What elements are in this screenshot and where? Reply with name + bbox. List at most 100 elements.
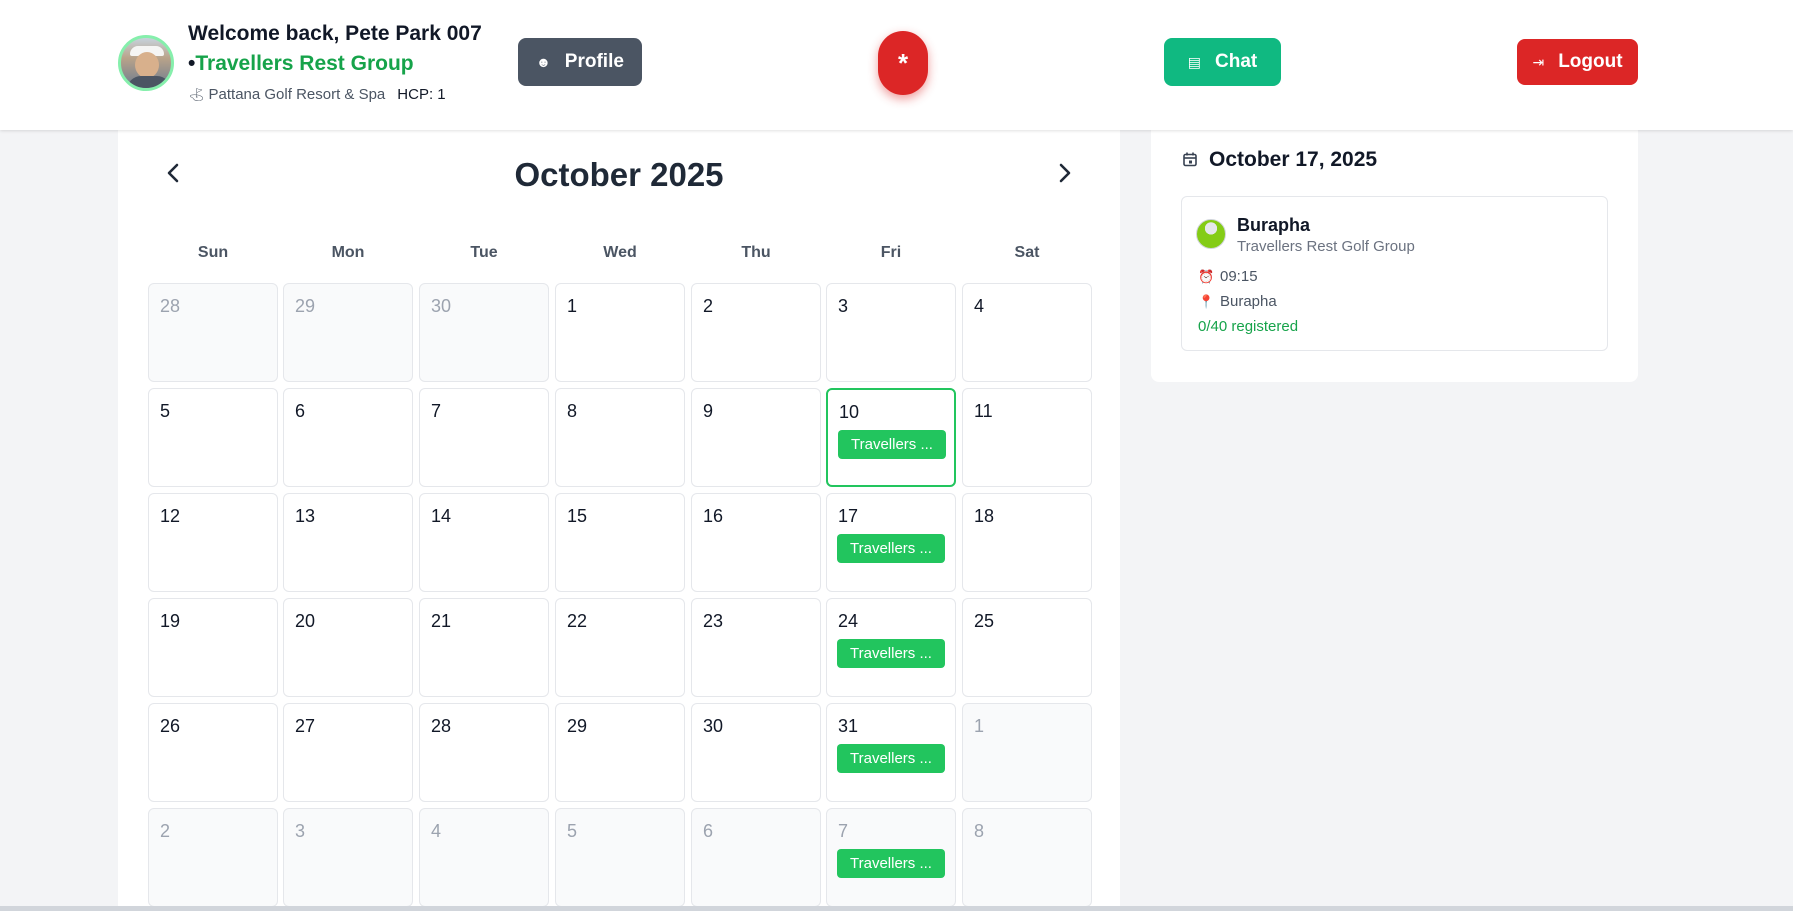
day-number: 23 <box>703 611 724 631</box>
event-location: Burapha <box>1220 293 1277 310</box>
user-avatar[interactable] <box>118 35 174 91</box>
day-number: 30 <box>431 296 452 316</box>
day-cell[interactable]: 24 Travellers ... <box>826 598 956 697</box>
day-cell[interactable]: 13 <box>283 493 413 592</box>
day-number: 30 <box>703 716 724 736</box>
day-cell[interactable]: 31 Travellers ... <box>826 703 956 802</box>
day-cell[interactable]: 15 <box>555 493 685 592</box>
day-cell[interactable]: 19 <box>148 598 278 697</box>
weekday-label: Mon <box>331 244 365 261</box>
day-cell[interactable]: 23 <box>691 598 821 697</box>
day-cell[interactable]: 14 <box>419 493 549 592</box>
day-cell[interactable]: 21 <box>419 598 549 697</box>
course-logo <box>1196 219 1226 249</box>
day-number: 20 <box>295 611 316 631</box>
day-cell[interactable]: 10 Travellers ... <box>826 388 956 487</box>
day-cell[interactable]: 18 <box>962 493 1092 592</box>
day-cell[interactable]: 30 <box>419 283 549 382</box>
day-number: 4 <box>431 821 442 841</box>
event-time-row: ⏰ 09:15 <box>1198 268 1258 285</box>
home-course: Pattana Golf Resort & Spa <box>208 86 386 103</box>
day-number: 31 <box>838 716 859 736</box>
day-cell[interactable]: 29 <box>283 283 413 382</box>
day-cell[interactable]: 12 <box>148 493 278 592</box>
day-cell[interactable]: 4 <box>962 283 1092 382</box>
sos-button[interactable]: * <box>878 31 928 95</box>
group-line: •Travellers Rest Group <box>188 52 414 76</box>
weekday-label: Sun <box>197 244 229 261</box>
profile-button[interactable]: ☻ Profile <box>518 38 642 86</box>
day-cell[interactable]: 5 <box>148 388 278 487</box>
horizontal-scrollbar[interactable] <box>0 906 1793 911</box>
day-cell[interactable]: 1 <box>555 283 685 382</box>
weekday-label: Tue <box>470 244 498 261</box>
day-cell[interactable]: 27 <box>283 703 413 802</box>
day-cell[interactable]: 29 <box>555 703 685 802</box>
day-number: 26 <box>160 716 181 736</box>
chat-button[interactable]: ▤ Chat <box>1164 38 1281 86</box>
day-number: 19 <box>160 611 181 631</box>
profile-label: Profile <box>564 51 624 72</box>
day-cell[interactable]: 16 <box>691 493 821 592</box>
day-number: 6 <box>703 821 714 841</box>
chevron-right-icon <box>1059 163 1071 183</box>
day-cell[interactable]: 3 <box>283 808 413 907</box>
avatar-shirt <box>127 76 171 88</box>
event-card[interactable]: Burapha Travellers Rest Golf Group ⏰ 09:1… <box>1181 196 1608 351</box>
selected-date-title: October 17, 2025 <box>1209 148 1378 171</box>
welcome-message: Welcome back, Pete Park 007 <box>188 22 482 45</box>
weekday-label: Fri <box>880 244 902 261</box>
logout-label: Logout <box>1558 51 1623 72</box>
day-cell[interactable]: 28 <box>419 703 549 802</box>
logout-button[interactable]: ⇥ Logout <box>1517 39 1638 85</box>
day-cell[interactable]: 5 <box>555 808 685 907</box>
next-month-button[interactable] <box>1050 158 1080 188</box>
day-cell[interactable]: 6 <box>691 808 821 907</box>
calendar-icon <box>1183 152 1197 172</box>
day-cell[interactable]: 26 <box>148 703 278 802</box>
event-time: 09:15 <box>1220 268 1258 285</box>
day-cell[interactable]: 28 <box>148 283 278 382</box>
day-cell[interactable]: 25 <box>962 598 1092 697</box>
day-number: 29 <box>295 296 316 316</box>
day-cell[interactable]: 30 <box>691 703 821 802</box>
day-number: 28 <box>160 296 181 316</box>
top-header: Welcome back, Pete Park 007 •Travellers … <box>0 0 1793 130</box>
day-cell[interactable]: 7 Travellers ... <box>826 808 956 907</box>
group-name: Travellers Rest Group <box>195 52 414 75</box>
event-chip[interactable]: Travellers ... <box>837 534 945 563</box>
prev-month-button[interactable] <box>158 158 188 188</box>
day-cell[interactable]: 8 <box>962 808 1092 907</box>
message-icon: ▤ <box>1187 53 1201 70</box>
event-chip[interactable]: Travellers ... <box>837 639 945 668</box>
day-cell[interactable]: 1 <box>962 703 1092 802</box>
day-cell[interactable]: 11 <box>962 388 1092 487</box>
day-number: 13 <box>295 506 316 526</box>
user-meta: ⛳︎ Pattana Golf Resort & Spa HCP: 1 <box>188 86 446 103</box>
event-chip[interactable]: Travellers ... <box>837 849 945 878</box>
event-chip[interactable]: Travellers ... <box>837 744 945 773</box>
day-cell[interactable]: 6 <box>283 388 413 487</box>
day-cell[interactable]: 2 <box>148 808 278 907</box>
day-number: 12 <box>160 506 181 526</box>
day-number: 7 <box>431 401 442 421</box>
event-chip[interactable]: Travellers ... <box>838 430 946 459</box>
day-number: 8 <box>974 821 985 841</box>
event-registration-count: 0/40 registered <box>1198 318 1299 335</box>
calendar-panel: October 2025 Sun Mon Tue Wed Thu Fri Sat 28 29 3… <box>118 130 1120 911</box>
day-cell[interactable]: 9 <box>691 388 821 487</box>
day-number: 28 <box>431 716 452 736</box>
day-cell[interactable]: 7 <box>419 388 549 487</box>
day-cell[interactable]: 2 <box>691 283 821 382</box>
day-number: 5 <box>567 821 578 841</box>
day-cell[interactable]: 17 Travellers ... <box>826 493 956 592</box>
day-number: 4 <box>974 296 985 316</box>
day-number: 17 <box>838 506 859 526</box>
day-cell[interactable]: 22 <box>555 598 685 697</box>
day-cell[interactable]: 20 <box>283 598 413 697</box>
day-cell[interactable]: 3 <box>826 283 956 382</box>
map-pin-icon: 📍 <box>1198 294 1215 309</box>
day-cell[interactable]: 4 <box>419 808 549 907</box>
chat-label: Chat <box>1215 51 1258 72</box>
day-cell[interactable]: 8 <box>555 388 685 487</box>
